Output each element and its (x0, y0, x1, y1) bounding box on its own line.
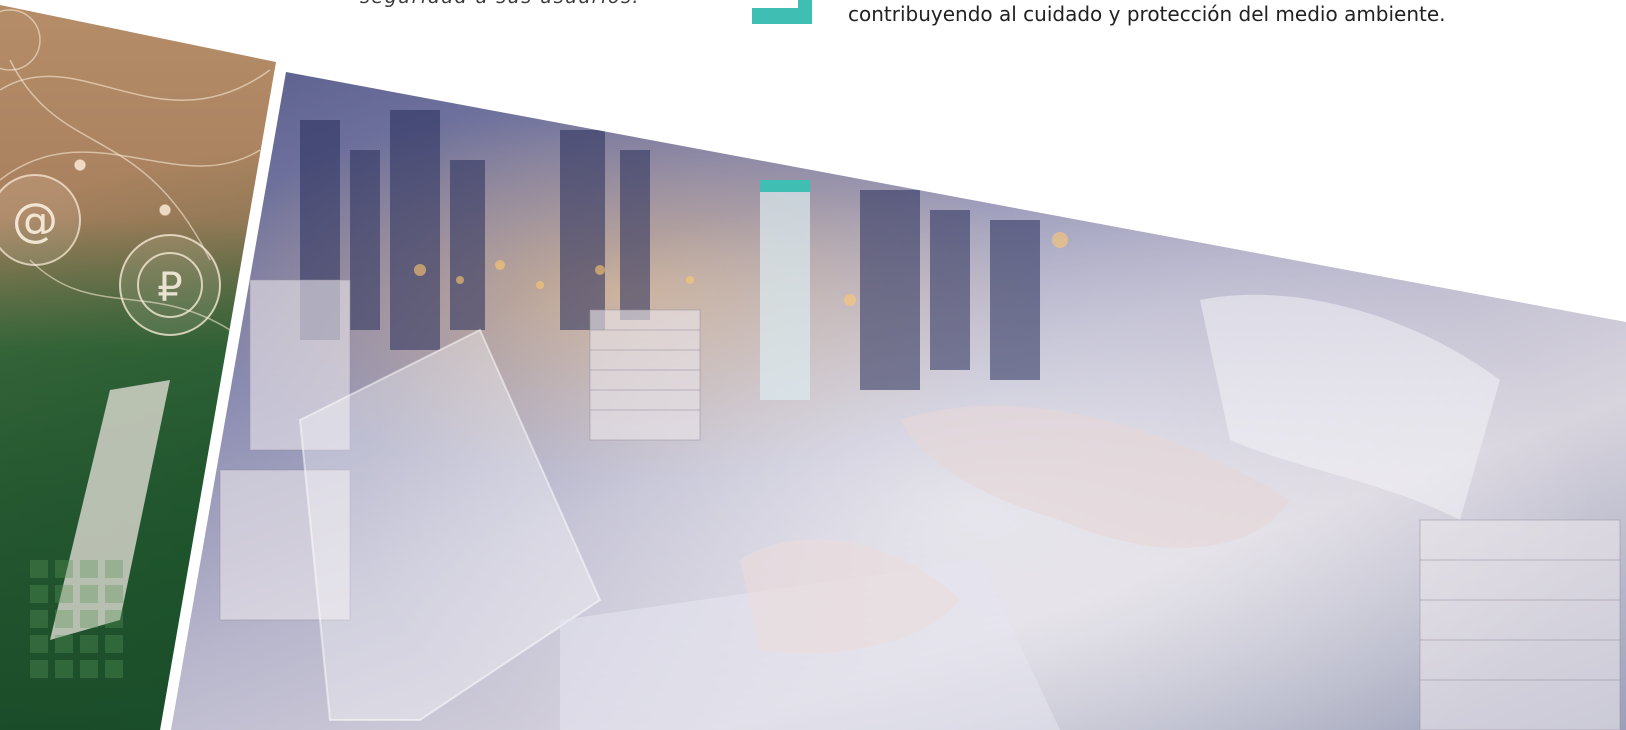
ruble-coin-icon: ₽ (119, 234, 221, 336)
ruble-glyph: ₽ (157, 265, 182, 311)
at-sign-icon: @ (0, 174, 81, 266)
teal-bracket-icon (752, 0, 812, 24)
left-caption-text: seguridad a sus usuarios. (360, 0, 640, 8)
right-caption-text: contribuyendo al cuidado y protección de… (848, 2, 1446, 26)
at-glyph: @ (12, 193, 58, 247)
page: @ ₽ contribuyendo al cuidado y protecció… (0, 0, 1626, 730)
